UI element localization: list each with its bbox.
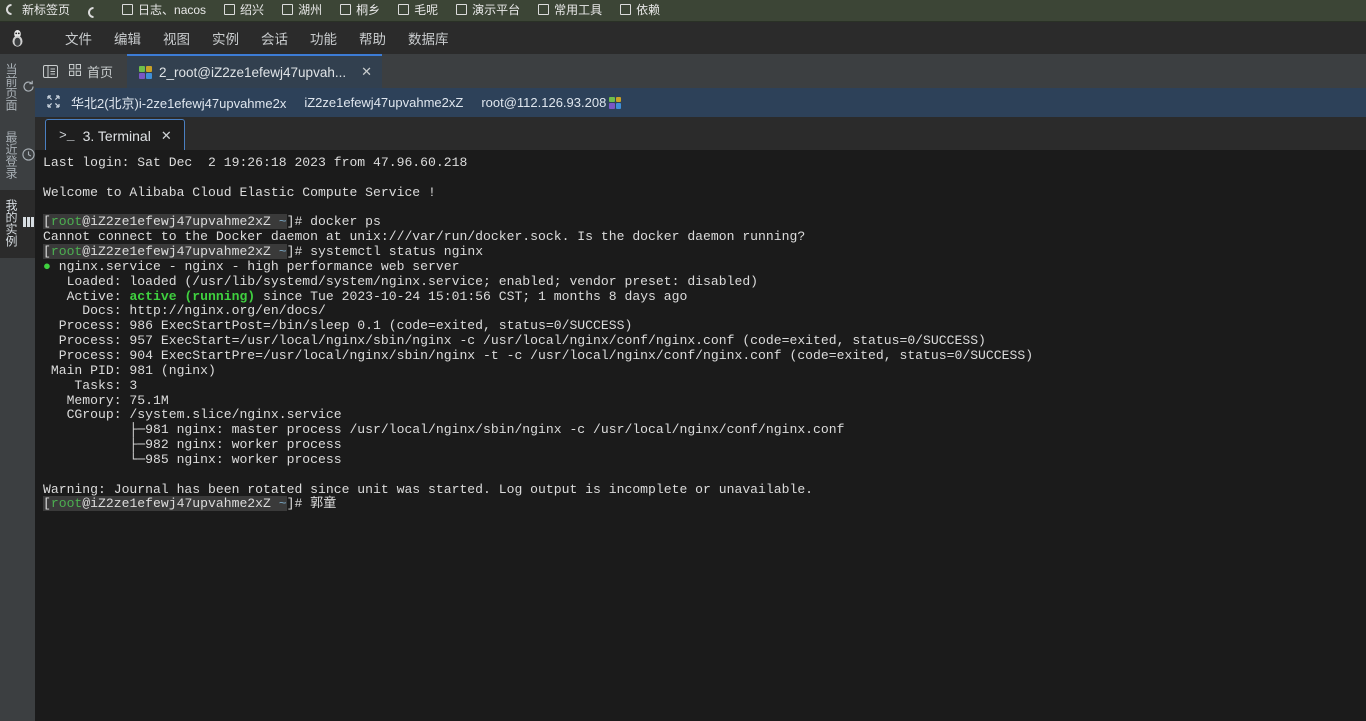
- breadcrumb-item[interactable]: iZ2ze1efewj47upvahme2xZ: [295, 95, 472, 110]
- rail-item-label: 最近登录: [4, 131, 18, 179]
- console-line: ├─982 nginx: worker process: [43, 437, 342, 453]
- bookmark-item[interactable]: 桐乡: [340, 1, 380, 18]
- tab-home[interactable]: 首页: [65, 54, 127, 88]
- session-icon: [609, 96, 622, 109]
- prompt-icon: >_: [59, 128, 75, 143]
- menu-item-编辑[interactable]: 编辑: [114, 28, 141, 48]
- console-line: Process: 957 ExecStart=/usr/local/nginx/…: [43, 333, 986, 349]
- bookmark-item[interactable]: 演示平台: [456, 1, 520, 18]
- menu-bar: 文件 编辑 视图 实例 会话 功能 帮助 数据库: [35, 22, 1366, 54]
- bookmark-label: 桐乡: [356, 3, 381, 17]
- console-line: CGroup: /system.slice/nginx.service: [43, 407, 342, 423]
- bookmark-item[interactable]: 湖州: [282, 1, 322, 18]
- terminal-tab[interactable]: >_ 3. Terminal ✕: [45, 119, 185, 151]
- console-line: Cannot connect to the Docker daemon at u…: [43, 229, 806, 245]
- left-rail: 当前页面最近登录我的实例: [0, 22, 35, 721]
- folder-icon: [282, 4, 294, 15]
- console-line: [root@iZ2ze1efewj47upvahme2xZ ~]# docker…: [43, 214, 381, 230]
- terminal-console[interactable]: Last login: Sat Dec 2 19:26:18 2023 from…: [35, 150, 1366, 721]
- terminal-app-window: 当前页面最近登录我的实例 文件 编辑 视图 实例 会话 功能 帮助 数据库: [0, 22, 1366, 721]
- console-line: Docs: http://nginx.org/en/docs/: [43, 303, 326, 319]
- tab-strip: 首页 2_root@iZ2ze1efewj47upvah... ✕: [35, 54, 1366, 88]
- close-icon[interactable]: ✕: [161, 128, 172, 144]
- bookmark-item[interactable]: 绍兴: [224, 1, 264, 18]
- breadcrumb-items: 华北2(北京)i-2ze1efewj47upvahme2x iZ2ze1efewj…: [62, 93, 622, 112]
- console-line: └─985 nginx: worker process: [43, 451, 342, 467]
- bookmark-label: 日志、nacos: [138, 3, 207, 17]
- menu-item-视图[interactable]: 视图: [163, 28, 190, 48]
- menu-item-功能[interactable]: 功能: [310, 28, 337, 48]
- folder-icon: [398, 4, 410, 15]
- servers-icon: [22, 216, 35, 230]
- globe-icon: [6, 4, 17, 15]
- folder-icon: [122, 4, 134, 15]
- session-icon: [139, 65, 153, 79]
- breadcrumb-item[interactable]: 华北2(北京)i-2ze1efewj47upvahme2x: [62, 93, 295, 112]
- terminal-tab-label: 3. Terminal: [82, 127, 151, 144]
- console-line: ├─981 nginx: master process /usr/local/n…: [43, 422, 845, 438]
- terminal-tab-row: >_ 3. Terminal ✕: [35, 117, 1366, 151]
- refresh-icon: [22, 80, 35, 95]
- bookmark-label: 新标签页: [22, 3, 71, 17]
- close-icon[interactable]: ✕: [361, 64, 372, 80]
- bookmark-item[interactable]: [88, 7, 104, 18]
- clock-icon: [22, 147, 35, 163]
- panel-toggle-icon[interactable]: [35, 54, 65, 88]
- bookmark-item[interactable]: 依赖: [620, 1, 660, 18]
- session-tab[interactable]: 2_root@iZ2ze1efewj47upvah... ✕: [127, 54, 382, 88]
- menu-item-文件[interactable]: 文件: [65, 28, 92, 48]
- rail-item-0[interactable]: 当前页面: [0, 54, 35, 122]
- bookmark-item[interactable]: 新标签页: [6, 1, 70, 18]
- console-line: Process: 986 ExecStartPost=/bin/sleep 0.…: [43, 318, 633, 334]
- console-line: Last login: Sat Dec 2 19:26:18 2023 from…: [43, 155, 468, 170]
- bookmark-item[interactable]: 常用工具: [538, 1, 602, 18]
- folder-icon: [224, 4, 236, 15]
- console-line: Loaded: loaded (/usr/lib/systemd/system/…: [43, 273, 759, 289]
- bookmark-label: 演示平台: [472, 3, 521, 17]
- bookmark-item[interactable]: 毛呢: [398, 1, 438, 18]
- session-tab-label: 2_root@iZ2ze1efewj47upvah...: [159, 64, 347, 80]
- session-tabs: 2_root@iZ2ze1efewj47upvah... ✕: [127, 54, 382, 88]
- bookmark-label: 绍兴: [240, 3, 265, 17]
- bookmark-label: 毛呢: [414, 3, 439, 17]
- penguin-logo: [0, 22, 35, 54]
- menu-item-帮助[interactable]: 帮助: [359, 28, 386, 48]
- console-line: Welcome to Alibaba Cloud Elastic Compute…: [43, 184, 436, 200]
- menu-item-会话[interactable]: 会话: [261, 28, 288, 48]
- folder-icon: [340, 4, 352, 15]
- tab-home-label: 首页: [87, 64, 114, 80]
- console-line: Process: 904 ExecStartPre=/usr/local/ngi…: [43, 347, 1034, 363]
- rail-item-2[interactable]: 我的实例: [0, 190, 35, 258]
- console-line: Tasks: 3: [43, 377, 138, 393]
- console-line: [root@iZ2ze1efewj47upvahme2xZ ~]# 郭童: [43, 496, 337, 512]
- console-line: Memory: 75.1M: [43, 392, 169, 408]
- folder-icon: [538, 4, 550, 15]
- rail-item-label: 我的实例: [4, 199, 18, 247]
- expand-icon[interactable]: [47, 94, 62, 111]
- folder-icon: [456, 4, 468, 15]
- folder-icon: [620, 4, 632, 15]
- globe-icon: [88, 7, 100, 18]
- menu-item-实例[interactable]: 实例: [212, 28, 239, 48]
- menu-item-数据库[interactable]: 数据库: [408, 28, 449, 48]
- rail-item-1[interactable]: 最近登录: [0, 122, 35, 190]
- console-line: ● nginx.service - nginx - high performan…: [43, 258, 460, 274]
- console-line: [root@iZ2ze1efewj47upvahme2xZ ~]# system…: [43, 244, 484, 260]
- bookmark-label: 依赖: [636, 3, 661, 17]
- browser-bookmark-bar: 新标签页 日志、nacos 绍兴 湖州 桐乡 毛呢 演示平台 常用工具 依赖: [0, 0, 1366, 22]
- bookmark-item[interactable]: 日志、nacos: [122, 1, 206, 18]
- breadcrumb-item[interactable]: root@112.126.93.208: [472, 95, 615, 110]
- grid-icon: [69, 63, 81, 79]
- rail-item-label: 当前页面: [4, 63, 18, 111]
- breadcrumb: 华北2(北京)i-2ze1efewj47upvahme2x iZ2ze1efewj…: [35, 88, 1366, 117]
- bookmark-label: 湖州: [298, 3, 323, 17]
- console-line: Main PID: 981 (nginx): [43, 362, 216, 378]
- bookmark-label: 常用工具: [554, 3, 603, 17]
- console-line: Active: active (running) since Tue 2023-…: [43, 288, 688, 304]
